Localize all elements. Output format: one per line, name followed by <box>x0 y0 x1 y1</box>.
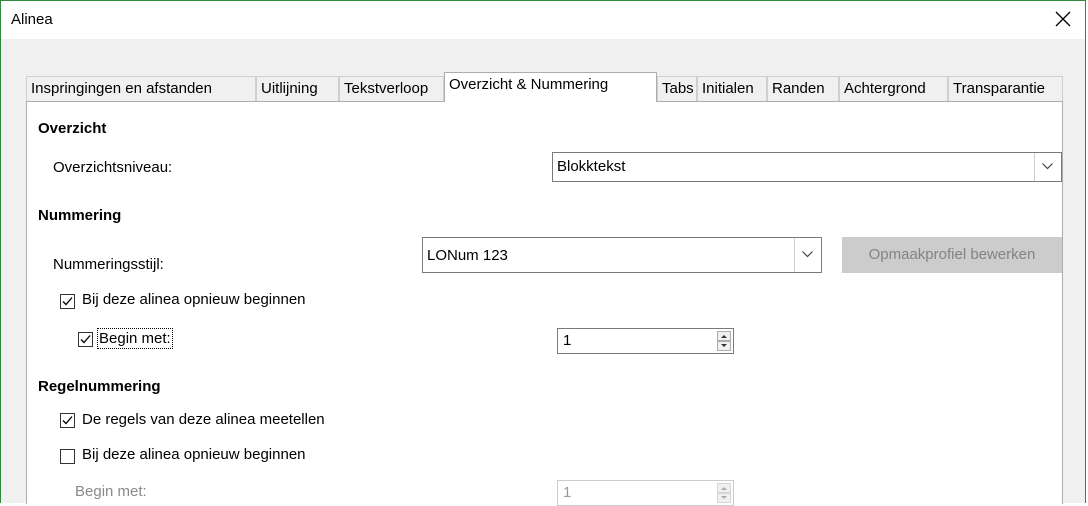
begin-met-value: 1 <box>563 332 572 349</box>
regels-meetellen-label: De regels van deze alinea meetellen <box>82 411 325 428</box>
tab-overzicht-nummering[interactable]: Overzicht & Nummering <box>444 72 657 102</box>
begin-met-spinner[interactable]: 1 <box>557 328 734 354</box>
tab-inspringingen[interactable]: Inspringingen en afstanden <box>26 76 256 101</box>
nummering-restart-checkbox[interactable] <box>60 294 75 309</box>
tab-tekstverloop[interactable]: Tekstverloop <box>339 76 444 101</box>
tab-achtergrond[interactable]: Achtergrond <box>839 76 948 101</box>
regels-meetellen-checkbox[interactable] <box>60 413 75 428</box>
dialog-title: Alinea <box>11 11 53 28</box>
section-heading-regelnummering: Regelnummering <box>38 378 161 395</box>
nummering-restart-label: Bij deze alinea opnieuw beginnen <box>82 291 306 308</box>
spin-up-icon[interactable] <box>717 483 731 493</box>
tab-initialen[interactable]: Initialen <box>697 76 767 101</box>
begin-met-label: Begin met: <box>97 328 173 349</box>
regelnummering-restart-checkbox[interactable] <box>60 449 75 464</box>
nummeringsstijl-select[interactable]: LONum 123 <box>422 237 822 273</box>
regelnummering-restart-label: Bij deze alinea opnieuw beginnen <box>82 446 306 463</box>
regel-begin-met-value: 1 <box>563 484 572 501</box>
spin-up-icon[interactable] <box>717 331 731 341</box>
spin-down-icon[interactable] <box>717 341 731 351</box>
opmaakprofiel-bewerken-button[interactable]: Opmaakprofiel bewerken <box>842 237 1062 273</box>
nummeringsstijl-value: LONum 123 <box>427 247 508 264</box>
regel-begin-met-spinner[interactable]: 1 <box>557 480 734 506</box>
section-heading-overzicht: Overzicht <box>38 120 107 137</box>
spin-down-icon[interactable] <box>717 493 731 503</box>
chevron-down-icon[interactable] <box>794 238 821 272</box>
begin-met-checkbox[interactable] <box>78 332 93 347</box>
spinner-buttons <box>717 331 731 351</box>
dialog-window: Alinea Inspringingen en afstanden Uitlij… <box>0 0 1086 506</box>
regel-begin-met-label: Begin met: <box>75 483 147 500</box>
chevron-down-icon[interactable] <box>1034 153 1061 181</box>
overzichtsniveau-select[interactable]: Blokktekst <box>552 152 1062 182</box>
tab-panel: Overzicht Overzichtsniveau: Blokktekst N… <box>26 101 1063 506</box>
nummeringsstijl-label: Nummeringsstijl: <box>53 256 164 273</box>
tab-randen[interactable]: Randen <box>767 76 839 101</box>
close-icon[interactable] <box>1051 5 1075 33</box>
tab-uitlijning[interactable]: Uitlijning <box>256 76 339 101</box>
section-heading-nummering: Nummering <box>38 207 122 224</box>
title-bar: Alinea <box>1 1 1085 39</box>
tab-transparantie[interactable]: Transparantie <box>948 76 1063 101</box>
tab-tabs[interactable]: Tabs <box>657 76 697 101</box>
spinner-buttons <box>717 483 731 503</box>
overzichtsniveau-label: Overzichtsniveau: <box>53 159 173 176</box>
overzichtsniveau-value: Blokktekst <box>557 158 626 175</box>
